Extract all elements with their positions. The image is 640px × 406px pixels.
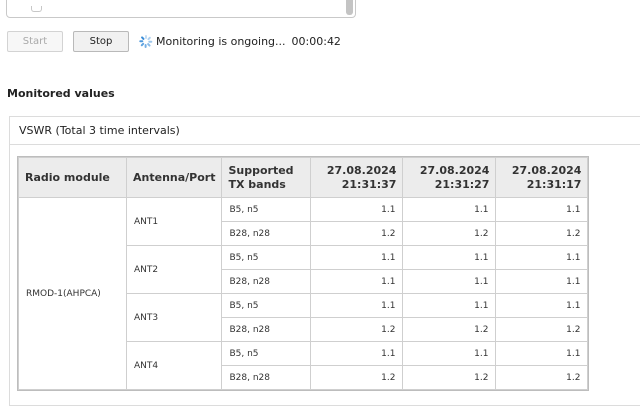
vswr-value-cell: 1.1 [310,245,404,270]
vswr-value-cell: 1.1 [495,245,589,270]
bands-cell: B28, n28 [221,317,312,342]
stop-button[interactable]: Stop [73,30,129,52]
vswr-value-cell: 1.1 [402,341,497,366]
vswr-value-cell: 1.1 [310,197,404,222]
vswr-value-cell: 1.2 [402,365,497,390]
bands-cell: B28, n28 [221,269,312,294]
column-header: Radio module [18,157,127,198]
panel-title: VSWR (Total 3 time intervals) [10,117,640,145]
vswr-value-cell: 1.1 [402,197,497,222]
bands-cell: B5, n5 [221,197,312,222]
column-header: 27.08.2024 21:31:27 [402,157,497,198]
checkbox[interactable] [31,6,42,12]
vswr-value-cell: 1.2 [402,221,497,246]
bands-cell: B5, n5 [221,245,312,270]
bands-cell: B28, n28 [221,365,312,390]
vswr-value-cell: 1.1 [310,341,404,366]
column-header: Antenna/Port [125,157,223,198]
selection-list-box [6,0,356,18]
vswr-value-cell: 1.1 [402,293,497,318]
antenna-cell: ANT4 [125,341,223,390]
monitoring-status: Monitoring is ongoing... [156,34,286,48]
vswr-value-cell: 1.1 [310,269,404,294]
vswr-value-cell: 1.2 [495,317,589,342]
radio-module-cell: RMOD-1(AHPCA) [18,197,127,390]
vswr-value-cell: 1.1 [310,293,404,318]
vswr-value-cell: 1.2 [310,365,404,390]
table-row: RMOD-1(AHPCA) ANT1 B5, n5 1.1 1.1 1.1 [18,197,589,390]
scrollbar[interactable] [346,0,353,15]
column-header: 27.08.2024 21:31:37 [310,157,404,198]
vswr-value-cell: 1.1 [402,245,497,270]
vswr-panel: VSWR (Total 3 time intervals) Radio modu… [9,116,640,406]
table-header-row: Radio module Antenna/Port Supported TX ban… [18,157,589,198]
monitoring-controls: Start Stop Monitoring is ongoing... 00:0… [7,30,341,52]
antenna-cell: ANT1 [125,197,223,246]
vswr-value-cell: 1.1 [495,341,589,366]
vswr-table: Radio module Antenna/Port Supported TX ban… [16,156,590,391]
start-button[interactable]: Start [7,30,63,52]
spinner-icon [139,34,153,48]
vswr-value-cell: 1.2 [495,365,589,390]
vswr-value-cell: 1.1 [402,269,497,294]
bands-cell: B28, n28 [221,221,312,246]
bands-cell: B5, n5 [221,293,312,318]
column-header: Supported TX bands [221,157,312,198]
elapsed-timer: 00:00:42 [291,34,341,48]
antenna-cell: ANT3 [125,293,223,342]
vswr-value-cell: 1.1 [495,269,589,294]
section-title: Monitored values [7,87,115,100]
vswr-value-cell: 1.2 [495,221,589,246]
column-header: 27.08.2024 21:31:17 [495,157,589,198]
antenna-cell: ANT2 [125,245,223,294]
vswr-value-cell: 1.1 [495,293,589,318]
vswr-value-cell: 1.2 [310,221,404,246]
vswr-value-cell: 1.1 [495,197,589,222]
vswr-value-cell: 1.2 [310,317,404,342]
vswr-value-cell: 1.2 [402,317,497,342]
bands-cell: B5, n5 [221,341,312,366]
